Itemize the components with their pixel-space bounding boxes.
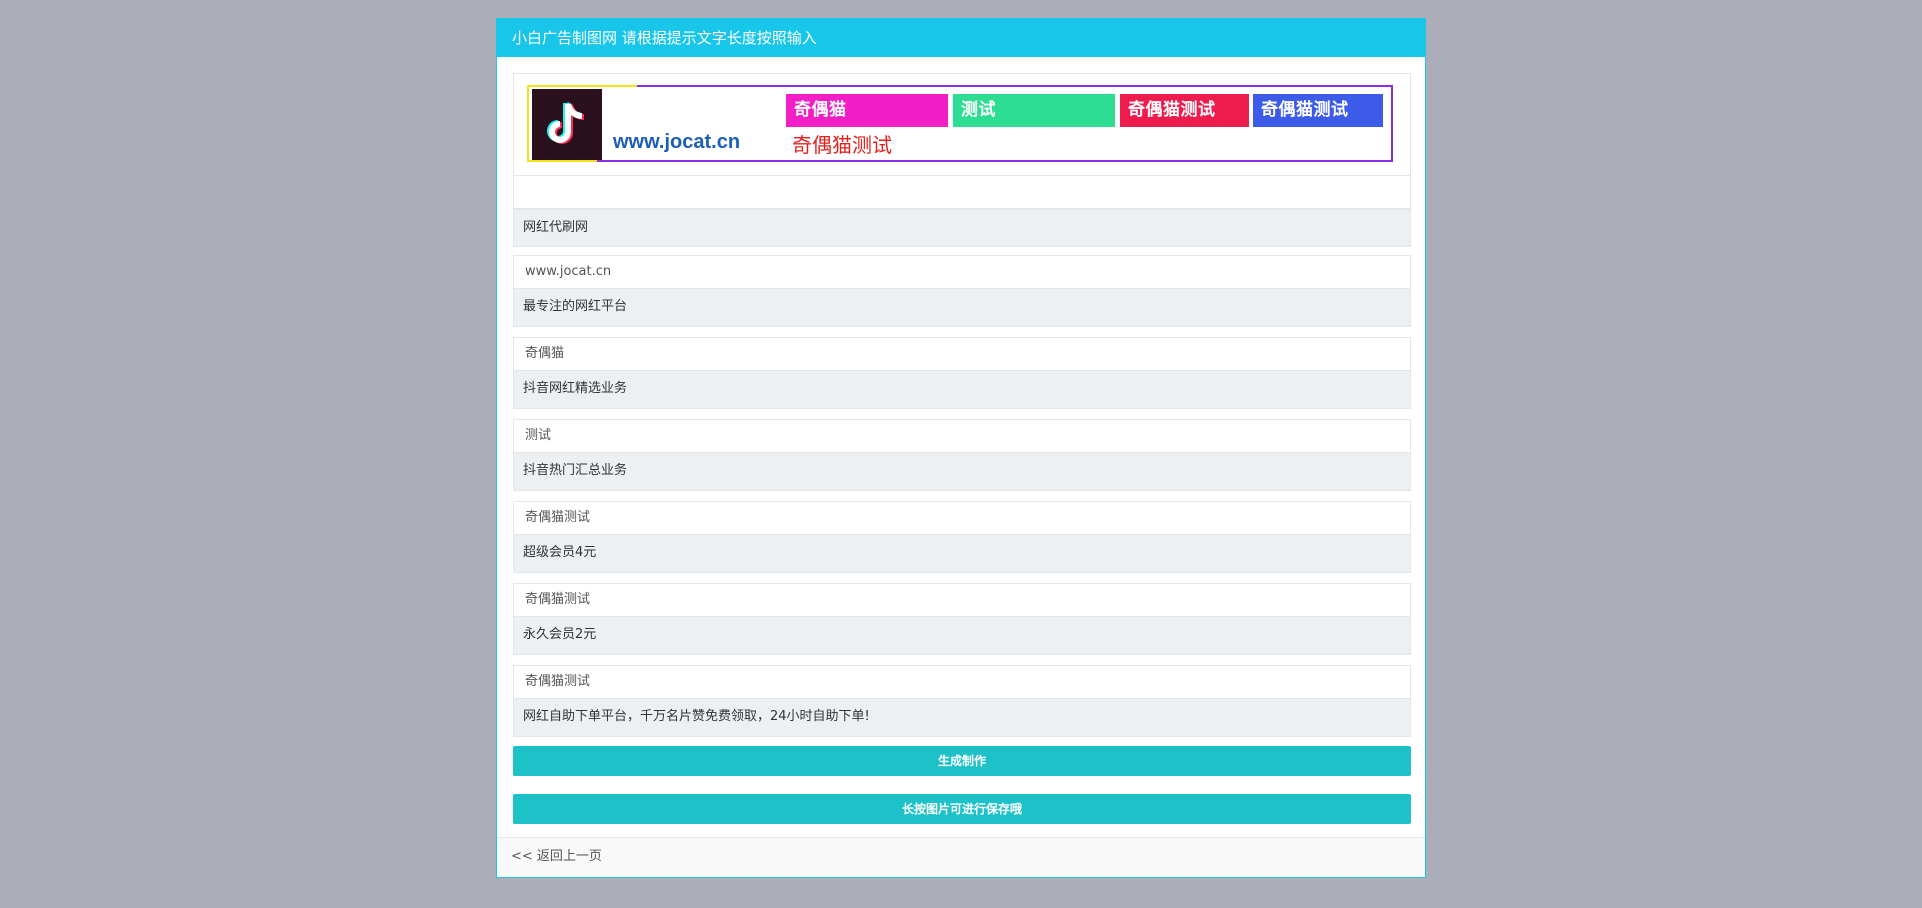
banner-yellow-border-left bbox=[527, 85, 529, 162]
text-input-3[interactable]: 奇偶猫 bbox=[513, 337, 1411, 371]
page-title: 小白广告制图网 请根据提示文字长度按照输入 bbox=[497, 19, 1425, 57]
input-hint-6: 永久会员2元 bbox=[513, 617, 1411, 655]
banner-preview-container: www.jocat.cn 奇偶猫测试 奇偶猫 测试 奇偶猫测试 奇偶猫测试 bbox=[513, 73, 1411, 175]
form-group-6: 奇偶猫测试 永久会员2元 bbox=[513, 583, 1411, 655]
input-hint-4: 抖音热门汇总业务 bbox=[513, 453, 1411, 491]
form-group-2: www.jocat.cn 最专注的网红平台 bbox=[513, 255, 1411, 327]
tiktok-logo-icon bbox=[532, 89, 602, 160]
input-hint-3: 抖音网红精选业务 bbox=[513, 371, 1411, 409]
banner-tag-4: 奇偶猫测试 bbox=[1253, 94, 1383, 127]
banner-tag-1: 奇偶猫 bbox=[786, 94, 948, 127]
banner-url-text: www.jocat.cn bbox=[613, 131, 741, 153]
form-group-3: 奇偶猫 抖音网红精选业务 bbox=[513, 337, 1411, 409]
main-panel: 小白广告制图网 请根据提示文字长度按照输入 www.jocat.cn 奇偶猫测试… bbox=[496, 18, 1426, 878]
text-input-2[interactable]: www.jocat.cn bbox=[513, 255, 1411, 289]
form-group-4: 测试 抖音热门汇总业务 bbox=[513, 419, 1411, 491]
generate-button[interactable]: 生成制作 bbox=[513, 746, 1411, 776]
banner-tag-3: 奇偶猫测试 bbox=[1120, 94, 1249, 127]
banner-preview: www.jocat.cn 奇偶猫测试 奇偶猫 测试 奇偶猫测试 奇偶猫测试 bbox=[527, 85, 1393, 162]
back-link[interactable]: << 返回上一页 bbox=[511, 849, 602, 864]
input-hint-7: 网红自助下单平台，千万名片赞免费领取，24小时自助下单! bbox=[513, 699, 1411, 737]
text-input-4[interactable]: 测试 bbox=[513, 419, 1411, 453]
input-hint-2: 最专注的网红平台 bbox=[513, 289, 1411, 327]
input-hint-5: 超级会员4元 bbox=[513, 535, 1411, 573]
text-input-6[interactable]: 奇偶猫测试 bbox=[513, 583, 1411, 617]
footer: << 返回上一页 bbox=[497, 837, 1425, 877]
banner-yellow-border-top bbox=[527, 85, 637, 87]
form-group-5: 奇偶猫测试 超级会员4元 bbox=[513, 501, 1411, 573]
input-hint-1: 网红代刷网 bbox=[513, 209, 1411, 247]
banner-tag-2: 测试 bbox=[953, 94, 1115, 127]
text-input-5[interactable]: 奇偶猫测试 bbox=[513, 501, 1411, 535]
form-group-7: 奇偶猫测试 网红自助下单平台，千万名片赞免费领取，24小时自助下单! bbox=[513, 665, 1411, 737]
save-hint-button[interactable]: 长按图片可进行保存哦 bbox=[513, 794, 1411, 824]
text-input-1[interactable] bbox=[513, 175, 1411, 209]
text-input-7[interactable]: 奇偶猫测试 bbox=[513, 665, 1411, 699]
banner-yellow-border-bottom bbox=[527, 160, 597, 162]
banner-subtitle-text: 奇偶猫测试 bbox=[792, 133, 892, 157]
